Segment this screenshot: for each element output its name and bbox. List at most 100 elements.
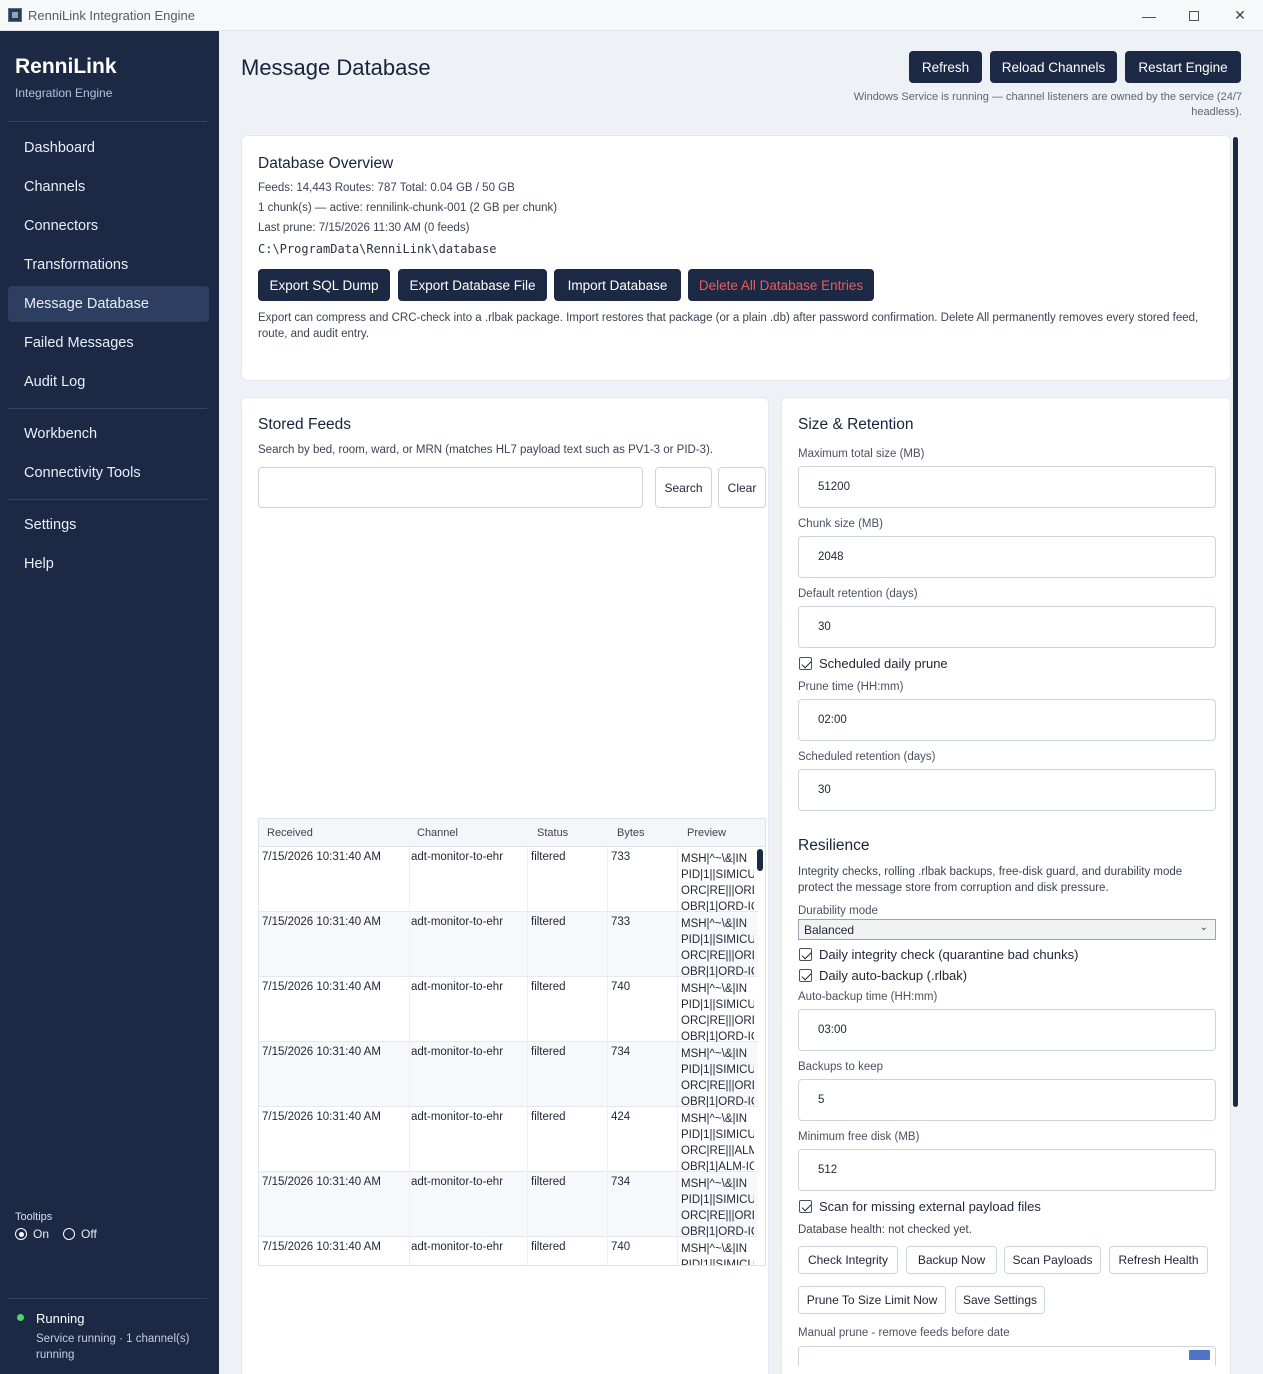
tooltips-off-radio[interactable] <box>63 1228 76 1240</box>
preview-line: ORC|RE|||ORD <box>681 950 754 962</box>
search-button[interactable]: Search <box>655 467 712 508</box>
sidebar-divider <box>8 1298 207 1299</box>
retention-title: Size & Retention <box>798 416 914 433</box>
cell-received: 7/15/2026 10:31:40 AM <box>262 916 381 928</box>
column-divider <box>527 847 528 1265</box>
durability-mode-label: Durability mode <box>798 905 878 917</box>
manual-prune-date-input[interactable] <box>798 1346 1216 1366</box>
scan-payloads-button[interactable]: Scan Payloads <box>1004 1246 1101 1274</box>
table-row[interactable]: 7/15/2026 10:31:40 AM adt-monitor-to-ehr f… <box>259 1107 758 1175</box>
column-preview[interactable]: Preview <box>687 827 726 839</box>
reload-channels-button[interactable]: Reload Channels <box>990 51 1117 83</box>
sidebar-item-dashboard[interactable]: Dashboard <box>8 130 209 166</box>
maximize-icon[interactable] <box>1171 0 1217 31</box>
feed-search-input[interactable] <box>258 467 643 508</box>
table-row[interactable]: 7/15/2026 10:31:40 AM adt-monitor-to-ehr f… <box>259 1042 758 1108</box>
auto-backup-label: Daily auto-backup (.rlbak) <box>819 968 968 983</box>
preview-line: MSH|^~\&|IN <box>681 983 748 995</box>
daily-prune-label: Scheduled daily prune <box>819 656 948 671</box>
column-channel[interactable]: Channel <box>417 827 458 839</box>
column-divider <box>607 847 608 1265</box>
prune-to-size-button[interactable]: Prune To Size Limit Now <box>798 1286 946 1314</box>
chevron-down-icon: ⌄ <box>1199 922 1208 933</box>
refresh-health-button[interactable]: Refresh Health <box>1109 1246 1208 1274</box>
main-scrollbar-thumb[interactable] <box>1233 137 1238 1107</box>
sidebar: RenniLink Integration Engine Dashboard C… <box>0 31 219 1374</box>
column-bytes[interactable]: Bytes <box>617 827 645 839</box>
table-row[interactable]: 7/15/2026 10:31:40 AM adt-monitor-to-ehr f… <box>259 977 758 1043</box>
auto-backup-checkbox[interactable] <box>799 969 812 982</box>
sidebar-item-message-database[interactable]: Message Database <box>8 286 209 322</box>
scheduled-retention-input[interactable]: 30 <box>798 769 1216 811</box>
cell-channel: adt-monitor-to-ehr <box>411 851 504 863</box>
cell-status: filtered <box>531 981 566 993</box>
overview-last-prune: Last prune: 7/15/2026 11:30 AM (0 feeds) <box>258 222 470 234</box>
sidebar-item-channels[interactable]: Channels <box>8 169 209 205</box>
durability-mode-value: Balanced <box>804 922 855 937</box>
restart-engine-button[interactable]: Restart Engine <box>1125 51 1241 83</box>
sidebar-item-audit-log[interactable]: Audit Log <box>8 364 209 400</box>
chunk-size-input[interactable]: 2048 <box>798 536 1216 578</box>
integrity-check-label: Daily integrity check (quarantine bad ch… <box>819 947 1079 962</box>
sidebar-item-failed-messages[interactable]: Failed Messages <box>8 325 209 361</box>
column-status[interactable]: Status <box>537 827 568 839</box>
close-icon[interactable]: ✕ <box>1217 0 1263 31</box>
preview-line: MSH|^~\&|IN <box>681 918 748 930</box>
max-size-input[interactable]: 51200 <box>798 466 1216 508</box>
cell-channel: adt-monitor-to-ehr <box>411 1176 504 1188</box>
sidebar-item-transformations[interactable]: Transformations <box>8 247 209 283</box>
export-database-file-button[interactable]: Export Database File <box>398 269 547 301</box>
prune-time-label: Prune time (HH:mm) <box>798 681 904 693</box>
cell-status: filtered <box>531 1241 566 1253</box>
clear-button[interactable]: Clear <box>718 467 766 508</box>
calendar-icon[interactable] <box>1189 1350 1210 1360</box>
column-received[interactable]: Received <box>267 827 313 839</box>
preview-line: ORC|RE|||ALM <box>681 1145 754 1157</box>
daily-prune-checkbox[interactable] <box>799 657 812 670</box>
check-integrity-button[interactable]: Check Integrity <box>798 1246 898 1274</box>
default-retention-input[interactable]: 30 <box>798 606 1216 648</box>
table-row[interactable]: 7/15/2026 10:31:40 AM adt-monitor-to-ehr f… <box>259 1237 758 1265</box>
sidebar-item-workbench[interactable]: Workbench <box>8 416 209 452</box>
minimize-icon[interactable]: — <box>1126 0 1172 31</box>
tooltips-toggle: On Off <box>15 1227 97 1241</box>
export-sql-dump-button[interactable]: Export SQL Dump <box>258 269 390 301</box>
column-divider <box>409 847 410 1265</box>
sidebar-item-settings[interactable]: Settings <box>8 507 209 543</box>
tooltips-on-radio[interactable] <box>15 1228 27 1240</box>
tooltips-on-label: On <box>33 1227 50 1241</box>
refresh-button[interactable]: Refresh <box>909 51 982 83</box>
cell-bytes: 733 <box>611 851 631 863</box>
scan-payloads-checkbox[interactable] <box>799 1200 812 1213</box>
durability-mode-select[interactable]: Balanced ⌄ <box>798 919 1216 940</box>
prune-time-input[interactable]: 02:00 <box>798 699 1216 741</box>
sidebar-item-connectors[interactable]: Connectors <box>8 208 209 244</box>
cell-preview: MSH|^~\&|IN PID|1||SIMICU <box>681 1241 754 1265</box>
preview-line: PID|1||SIMICU <box>681 869 754 881</box>
table-row[interactable]: 7/15/2026 10:31:40 AM adt-monitor-to-ehr f… <box>259 912 758 978</box>
cell-preview: MSH|^~\&|IN PID|1||SIMICU ORC|RE|||ALM OBR|… <box>681 1111 754 1175</box>
backups-keep-input[interactable]: 5 <box>798 1079 1216 1121</box>
database-path: C:\ProgramData\RenniLink\database <box>258 242 497 256</box>
tooltips-off-label: Off <box>81 1227 97 1241</box>
max-size-label: Maximum total size (MB) <box>798 448 925 460</box>
resilience-title: Resilience <box>798 837 870 854</box>
min-free-disk-input[interactable]: 512 <box>798 1149 1216 1191</box>
search-hint: Search by bed, room, ward, or MRN (match… <box>258 444 714 456</box>
feeds-table-scrollbar[interactable] <box>757 849 763 871</box>
table-row[interactable]: 7/15/2026 10:31:40 AM adt-monitor-to-ehr f… <box>259 1172 758 1238</box>
backup-time-input[interactable]: 03:00 <box>798 1009 1216 1051</box>
sidebar-item-connectivity-tools[interactable]: Connectivity Tools <box>8 455 209 491</box>
sidebar-item-help[interactable]: Help <box>8 546 209 582</box>
save-settings-button[interactable]: Save Settings <box>955 1286 1045 1314</box>
cell-channel: adt-monitor-to-ehr <box>411 1111 504 1123</box>
integrity-check-checkbox[interactable] <box>799 948 812 961</box>
backup-now-button[interactable]: Backup Now <box>906 1246 997 1274</box>
sidebar-divider <box>8 121 207 122</box>
cell-status: filtered <box>531 916 566 928</box>
delete-all-entries-button[interactable]: Delete All Database Entries <box>688 269 874 301</box>
backups-keep-label: Backups to keep <box>798 1061 884 1073</box>
table-row[interactable]: 7/15/2026 10:31:40 AM adt-monitor-to-ehr f… <box>259 847 758 913</box>
main-content: Message Database Refresh Reload Channels… <box>219 31 1263 1374</box>
import-database-button[interactable]: Import Database <box>554 269 681 301</box>
